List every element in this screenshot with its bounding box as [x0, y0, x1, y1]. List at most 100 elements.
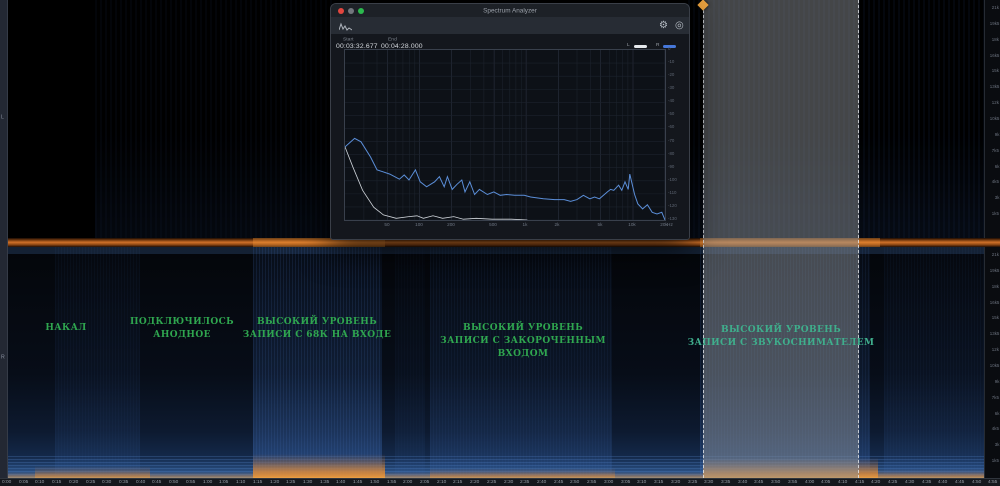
frequency-ruler-label: 21k — [992, 252, 999, 257]
close-button[interactable] — [338, 8, 344, 14]
timeline-label: 4:40 — [938, 479, 947, 484]
timeline-label: 1:20 — [270, 479, 279, 484]
db-tick-label: -90 — [668, 164, 674, 169]
timeline-label: 2:25 — [487, 479, 496, 484]
frequency-tick-label: 500 — [489, 222, 497, 227]
timeline-label: 2:50 — [570, 479, 579, 484]
annotation-label: НАКАЛ — [45, 322, 86, 335]
annotation-label: ВЫСОКИЙ УРОВЕНЬЗАПИСИ С ЗВУКОСНИМАТЕЛЕМ — [688, 324, 875, 350]
frequency-tick-label: 2k — [555, 222, 560, 227]
frequency-ruler-label: 4k5 — [992, 426, 999, 431]
timeline-label: 2:00 — [403, 479, 412, 484]
spectrum-plot-canvas — [345, 50, 665, 220]
timeline-label: 1:25 — [286, 479, 295, 484]
frequency-ruler-label: 12k — [992, 100, 999, 105]
timeline-label: 0:25 — [86, 479, 95, 484]
timeline-label: 3:35 — [721, 479, 730, 484]
minimize-button[interactable] — [348, 8, 354, 14]
annotation-line: ПОДКЛЮЧИЛОСЬ — [130, 316, 234, 329]
start-label: Start — [343, 36, 353, 42]
timeline-label: 0:55 — [186, 479, 195, 484]
legend-left-label[interactable]: L — [627, 42, 630, 47]
timeline-label: 0:10 — [35, 479, 44, 484]
legend-right-label[interactable]: R — [656, 42, 659, 47]
timeline-label: 0:45 — [152, 479, 161, 484]
frequency-ruler-label: 3k — [994, 442, 999, 447]
timeline-label: 3:30 — [704, 479, 713, 484]
db-tick-label: -100 — [668, 177, 677, 182]
timeline-label: 3:25 — [688, 479, 697, 484]
timeline-label: 3:55 — [788, 479, 797, 484]
spectrum-icon — [339, 22, 352, 31]
db-tick-label: -110 — [668, 190, 676, 195]
frequency-ruler-label: 1k5 — [992, 211, 999, 216]
legend-left-swatch[interactable] — [634, 45, 647, 48]
frequency-tick-label: 100 — [415, 222, 423, 227]
zoom-button[interactable] — [358, 8, 364, 14]
hz-unit-label: Hz — [667, 222, 673, 227]
frequency-ruler-label: 10k5 — [989, 363, 999, 368]
spectrogram-energy-band — [430, 247, 612, 478]
db-tick-label: -120 — [668, 203, 677, 208]
timeline-label: 4:00 — [805, 479, 814, 484]
db-tick-label: -20 — [668, 72, 674, 77]
frequency-ruler-label: 16k5 — [989, 300, 999, 305]
timeline-label: 2:05 — [420, 479, 429, 484]
spectrum-curve-l — [345, 147, 527, 220]
frequency-tick-label: 10k — [628, 222, 635, 227]
frequency-ruler-label: 4k5 — [992, 179, 999, 184]
timeline-label: 0:20 — [69, 479, 78, 484]
window-titlebar[interactable]: Spectrum Analyzer — [331, 4, 689, 18]
timeline-label: 1:05 — [219, 479, 228, 484]
timeline-label: 1:55 — [387, 479, 396, 484]
annotation-line: ВЫСОКИЙ УРОВЕНЬ — [440, 322, 606, 335]
frequency-ruler-top[interactable]: 21k19k518k16k515k13k512k10k59k7k56k4k53k… — [984, 0, 1000, 238]
timeline-label: 3:10 — [637, 479, 646, 484]
snapshot-icon[interactable]: ◎ — [675, 18, 684, 33]
frequency-ruler-label: 18k — [992, 37, 999, 42]
timeline-label: 2:20 — [470, 479, 479, 484]
timeline-label: 1:15 — [253, 479, 262, 484]
settings-gear-icon[interactable]: ⚙ — [659, 18, 668, 33]
db-tick-label: -30 — [668, 85, 674, 90]
frequency-ruler-label: 9k — [994, 379, 999, 384]
channel-label-right: R — [1, 354, 5, 360]
annotation-line: ВЫСОКИЙ УРОВЕНЬ — [243, 316, 391, 329]
timeline-label: 2:40 — [537, 479, 546, 484]
frequency-ruler-label: 3k — [994, 195, 999, 200]
timeline-label: 3:20 — [671, 479, 680, 484]
annotation-label: ВЫСОКИЙ УРОВЕНЬЗАПИСИ С ЗАКОРОЧЕННЫМВХОД… — [440, 322, 606, 361]
frequency-ruler-label: 16k5 — [989, 53, 999, 58]
timeline-label: 1:30 — [303, 479, 312, 484]
audio-editor-app: L R 21k19k518k16k515k13k512k10k59k7k56k4… — [0, 0, 1000, 486]
end-label: End — [388, 36, 397, 42]
annotation-line: АНОДНОЕ — [130, 329, 234, 342]
time-selection-region[interactable] — [703, 0, 859, 478]
frequency-ruler-bottom[interactable]: 21k19k518k16k515k13k512k10k59k7k56k4k53k… — [984, 247, 1000, 478]
frequency-ruler-label: 10k5 — [989, 116, 999, 121]
frequency-ruler-label: 1k5 — [992, 458, 999, 463]
timeline-label: 2:55 — [587, 479, 596, 484]
annotation-label: ПОДКЛЮЧИЛОСЬАНОДНОЕ — [130, 316, 234, 342]
spectrogram-energy-band — [55, 247, 140, 478]
frequency-ruler-label: 19k5 — [989, 268, 999, 273]
timeline-label: 0:30 — [102, 479, 111, 484]
timeline-label: 3:40 — [738, 479, 747, 484]
frequency-tick-label: 50 — [384, 222, 389, 227]
timeline-label: 4:45 — [955, 479, 964, 484]
channel-label-left: L — [1, 114, 4, 120]
frequency-ruler-label: 13k5 — [989, 331, 999, 336]
frequency-ruler-label: 7k5 — [992, 148, 999, 153]
frequency-ruler-label: 13k5 — [989, 84, 999, 89]
timeline-label: 0:00 — [2, 479, 11, 484]
timeline-label: 2:10 — [437, 479, 446, 484]
timeline-label: 4:35 — [922, 479, 931, 484]
timeline-label: 4:30 — [905, 479, 914, 484]
timeline-label: 4:20 — [871, 479, 880, 484]
timeline-label: 0:40 — [136, 479, 145, 484]
timeline-ruler[interactable]: 0:000:050:100:150:200:250:300:350:400:45… — [0, 478, 1000, 486]
timeline-label: 2:30 — [504, 479, 513, 484]
annotation-line: ВХОДОМ — [440, 348, 606, 361]
timeline-label: 1:00 — [203, 479, 212, 484]
db-tick-label: -130 — [668, 216, 677, 221]
